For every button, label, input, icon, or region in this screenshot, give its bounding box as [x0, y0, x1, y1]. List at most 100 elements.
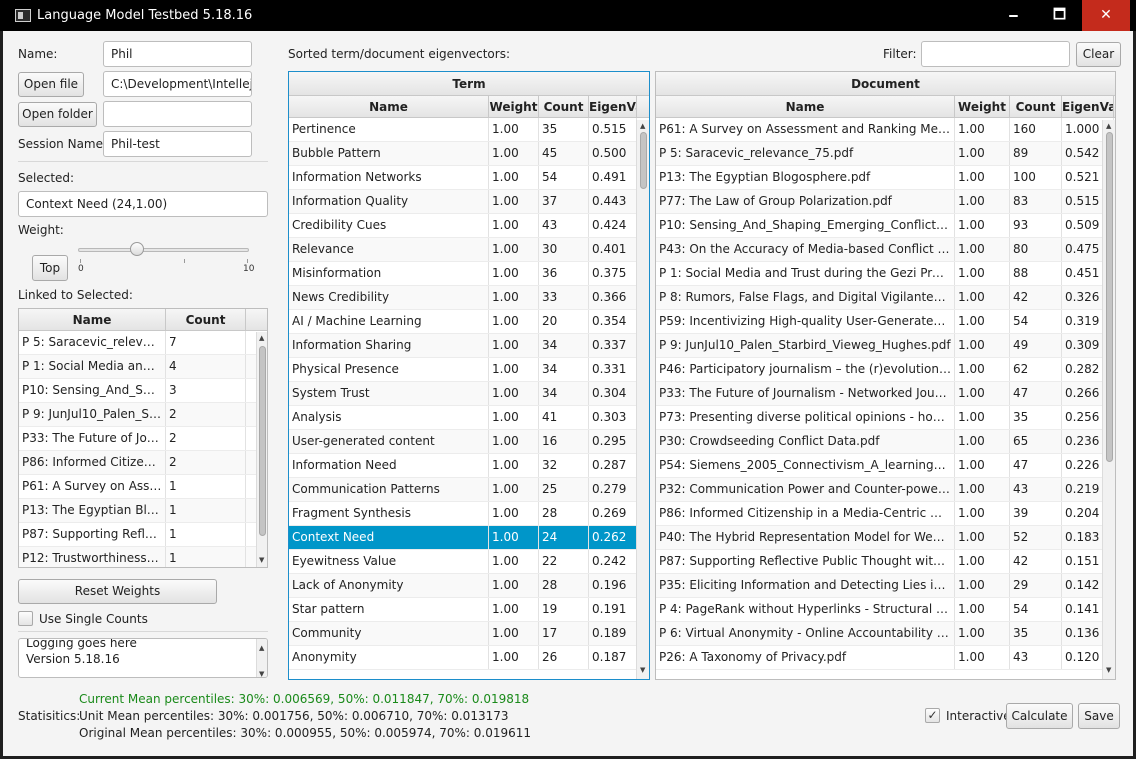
table-row[interactable]: Analysis 1.00 41 0.303: [289, 406, 649, 430]
eigenval-cell: 0.287: [589, 454, 637, 477]
scroll-down-icon[interactable]: ▼: [259, 556, 264, 564]
table-row[interactable]: P86: Informed Citizenship in a Media-Cen…: [656, 502, 1115, 526]
name-cell: P86: Informed Citizenship in a Media-Cen…: [19, 451, 166, 474]
table-row[interactable]: Misinformation 1.00 36 0.375: [289, 262, 649, 286]
clear-button[interactable]: Clear: [1076, 42, 1121, 67]
log-area[interactable]: Logging goes here Version 5.18.16 ▲ ▼: [18, 638, 268, 678]
column-header-name: Name: [289, 96, 489, 117]
table-row[interactable]: Pertinence 1.00 35 0.515: [289, 118, 649, 142]
term-scroll-thumb[interactable]: [640, 132, 647, 189]
table-row[interactable]: P40: The Hybrid Representation Model for…: [656, 526, 1115, 550]
weight-slider-thumb[interactable]: [130, 242, 145, 256]
table-row[interactable]: P 5: Saracevic_relevance_75.pdf 1.00 89 0.5…: [656, 142, 1115, 166]
table-row[interactable]: Information Need 1.00 32 0.287: [289, 454, 649, 478]
document-scroll-thumb[interactable]: [1106, 132, 1113, 462]
table-row[interactable]: P 1: Social Media and Trust during the G…: [656, 262, 1115, 286]
table-row[interactable]: Fragment Synthesis 1.00 28 0.269: [289, 502, 649, 526]
table-row[interactable]: User-generated content 1.00 16 0.295: [289, 430, 649, 454]
selected-field[interactable]: Context Need (24,1.00): [18, 191, 268, 217]
table-row[interactable]: P46: Participatory journalism – the (r)e…: [656, 358, 1115, 382]
folder-path-field[interactable]: [103, 101, 252, 127]
table-row[interactable]: P 9: JunJul10_Palen_Starbird_Vieweg_Hugh…: [19, 403, 267, 427]
scroll-down-icon[interactable]: ▼: [640, 666, 645, 674]
table-row[interactable]: P35: Eliciting Information and Detecting…: [656, 574, 1115, 598]
name-field[interactable]: Phil: [103, 41, 252, 67]
weight-slider-track[interactable]: [78, 248, 249, 252]
count-cell: 52: [1010, 526, 1062, 549]
open-folder-button[interactable]: Open folder: [18, 102, 97, 127]
table-row[interactable]: P 9: JunJul10_Palen_Starbird_Vieweg_Hugh…: [656, 334, 1115, 358]
table-row[interactable]: Context Need 1.00 24 0.262: [289, 526, 649, 550]
table-row[interactable]: P61: A Survey on Assessment and Ranking …: [656, 118, 1115, 142]
scroll-up-icon[interactable]: ▲: [640, 122, 645, 130]
table-row[interactable]: P77: The Law of Group Polarization.pdf 1.…: [656, 190, 1115, 214]
scroll-up-icon[interactable]: ▲: [259, 640, 264, 656]
scroll-up-icon[interactable]: ▲: [259, 334, 264, 342]
scroll-up-icon[interactable]: ▲: [1106, 122, 1111, 130]
table-row[interactable]: P32: Communication Power and Counter-pow…: [656, 478, 1115, 502]
table-row[interactable]: P10: Sensing_And_Shaping_Emerging_Confli…: [656, 214, 1115, 238]
filter-field[interactable]: [921, 41, 1070, 67]
table-row[interactable]: P10: Sensing_And_Shaping_Emerging_Confli…: [19, 379, 267, 403]
table-row[interactable]: Community 1.00 17 0.189: [289, 622, 649, 646]
table-row[interactable]: Information Sharing 1.00 34 0.337: [289, 334, 649, 358]
table-row[interactable]: Eyewitness Value 1.00 22 0.242: [289, 550, 649, 574]
table-row[interactable]: P33: The Future of Journalism - Networke…: [19, 427, 267, 451]
table-row[interactable]: P33: The Future of Journalism - Networke…: [656, 382, 1115, 406]
table-row[interactable]: Information Networks 1.00 54 0.491: [289, 166, 649, 190]
table-row[interactable]: P 5: Saracevic_relevance_75.pdf7: [19, 331, 267, 355]
term-scrollbar[interactable]: ▲ ▼: [636, 120, 649, 679]
calculate-button[interactable]: Calculate: [1006, 703, 1073, 729]
top-button[interactable]: Top: [32, 255, 68, 281]
reset-weights-button[interactable]: Reset Weights: [18, 579, 217, 604]
table-row[interactable]: P54: Siemens_2005_Connectivism_A_learnin…: [656, 454, 1115, 478]
table-row[interactable]: P12: Trustworthiness and Authority1: [19, 547, 267, 567]
scroll-down-icon[interactable]: ▼: [1106, 666, 1111, 674]
eigenval-cell: 0.279: [589, 478, 637, 501]
table-row[interactable]: P59: Incentivizing High-quality User-Gen…: [656, 310, 1115, 334]
table-row[interactable]: P73: Presenting diverse political opinio…: [656, 406, 1115, 430]
table-row[interactable]: System Trust 1.00 34 0.304: [289, 382, 649, 406]
maximize-button[interactable]: 🗖: [1036, 0, 1083, 31]
interactive-checkbox[interactable]: ✓: [925, 708, 940, 723]
table-row[interactable]: Information Quality 1.00 37 0.443: [289, 190, 649, 214]
save-button[interactable]: Save: [1078, 703, 1120, 729]
table-row[interactable]: Star pattern 1.00 19 0.191: [289, 598, 649, 622]
scroll-down-icon[interactable]: ▼: [259, 666, 264, 677]
log-scrollbar[interactable]: ▲ ▼: [256, 639, 267, 677]
linked-scroll-thumb[interactable]: [259, 346, 266, 536]
table-row[interactable]: Credibility Cues 1.00 43 0.424: [289, 214, 649, 238]
table-row[interactable]: Lack of Anonymity 1.00 28 0.196: [289, 574, 649, 598]
table-row[interactable]: Communication Patterns 1.00 25 0.279: [289, 478, 649, 502]
table-row[interactable]: News Credibility 1.00 33 0.366: [289, 286, 649, 310]
use-single-counts-checkbox[interactable]: [18, 611, 33, 626]
table-row[interactable]: Anonymity 1.00 26 0.187: [289, 646, 649, 670]
table-row[interactable]: P43: On the Accuracy of Media-based Conf…: [656, 238, 1115, 262]
table-row[interactable]: P 1: Social Media and Trust during the G…: [19, 355, 267, 379]
table-row[interactable]: P30: Crowdseeding Conflict Data.pdf 1.00 6…: [656, 430, 1115, 454]
table-row[interactable]: P87: Supporting Reflective Public Though…: [19, 523, 267, 547]
table-row[interactable]: P13: The Egyptian Blogosphere.pdf1: [19, 499, 267, 523]
document-scrollbar[interactable]: ▲ ▼: [1102, 120, 1115, 679]
open-file-button[interactable]: Open file: [18, 72, 84, 97]
term-table-header: NameWeightCountEigenVal: [289, 96, 649, 118]
linked-scrollbar[interactable]: ▲ ▼: [256, 332, 267, 567]
table-row[interactable]: P87: Supporting Reflective Public Though…: [656, 550, 1115, 574]
close-button[interactable]: ✕: [1082, 0, 1130, 31]
minimize-button[interactable]: 🗕: [990, 0, 1037, 31]
session-name-field[interactable]: Phil-test: [103, 131, 252, 157]
table-row[interactable]: P61: A Survey on Assessment and Ranking …: [19, 475, 267, 499]
table-row[interactable]: P86: Informed Citizenship in a Media-Cen…: [19, 451, 267, 475]
table-row[interactable]: Physical Presence 1.00 34 0.331: [289, 358, 649, 382]
table-row[interactable]: Bubble Pattern 1.00 45 0.500: [289, 142, 649, 166]
table-row[interactable]: P 6: Virtual Anonymity - Online Accounta…: [656, 622, 1115, 646]
table-row[interactable]: Relevance 1.00 30 0.401: [289, 238, 649, 262]
count-cell: 42: [1010, 286, 1062, 309]
table-row[interactable]: P26: A Taxonomy of Privacy.pdf 1.00 43 0.12…: [656, 646, 1115, 670]
file-path-field[interactable]: C:\Development\Intellej\L: [103, 71, 252, 97]
table-row[interactable]: AI / Machine Learning 1.00 20 0.354: [289, 310, 649, 334]
weight-cell: 1.00: [489, 598, 539, 621]
table-row[interactable]: P 4: PageRank without Hyperlinks - Struc…: [656, 598, 1115, 622]
table-row[interactable]: P13: The Egyptian Blogosphere.pdf 1.00 100…: [656, 166, 1115, 190]
table-row[interactable]: P 8: Rumors, False Flags, and Digital Vi…: [656, 286, 1115, 310]
